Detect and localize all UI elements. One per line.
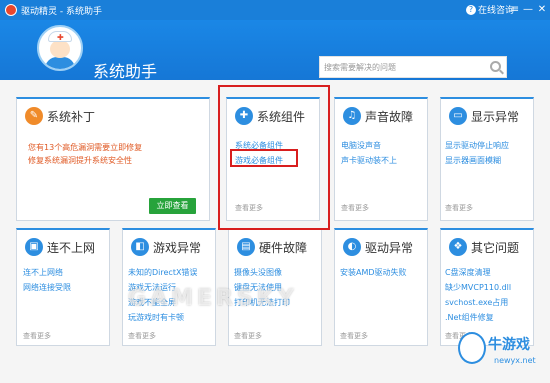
link-svchost[interactable]: svchost.exe占用 xyxy=(445,297,508,308)
link-no-sound[interactable]: 电脑没声音 xyxy=(341,140,381,151)
search-input[interactable] xyxy=(320,57,485,77)
patch-icon: ✎ xyxy=(25,107,43,125)
link-disk-cleanup[interactable]: C盘深度清理 xyxy=(445,267,491,278)
view-more-link[interactable]: 查看更多 xyxy=(341,203,369,213)
view-more-link[interactable]: 查看更多 xyxy=(128,331,156,341)
link-directx-error[interactable]: 未知的DirectX错误 xyxy=(128,267,197,278)
window-title: 驱动精灵 - 系统助手 xyxy=(21,7,102,17)
card-title: 显示异常 xyxy=(471,110,520,124)
driver-icon: ◐ xyxy=(343,238,361,256)
view-more-link[interactable]: 查看更多 xyxy=(23,331,51,341)
card-title: 其它问题 xyxy=(471,241,520,255)
card-sound-issue[interactable]: ♫ 声音故障 电脑没声音 声卡驱动装不上 查看更多 xyxy=(334,97,428,221)
card-driver-issue[interactable]: ◐ 驱动异常 安装AMD驱动失败 查看更多 xyxy=(334,228,428,346)
logo-text: 牛游戏 xyxy=(488,337,530,353)
gamepad-icon: ◧ xyxy=(131,238,149,256)
hardware-icon: ▤ xyxy=(237,238,255,256)
card-title: 游戏异常 xyxy=(153,241,202,255)
title-bar: 驱动精灵 - 系统助手 ? 在线咨询 ≡ — ✕ xyxy=(0,0,550,20)
minimize-button[interactable]: — xyxy=(522,3,534,16)
windows-icon: ❖ xyxy=(449,238,467,256)
monitor-icon: ▭ xyxy=(449,107,467,125)
site-logo: 牛游戏 newyx.net xyxy=(458,332,546,380)
link-sound-driver[interactable]: 声卡驱动装不上 xyxy=(341,155,397,166)
page-title: 系统助手 xyxy=(93,62,158,81)
vuln-count: 13 xyxy=(44,143,55,152)
card-network-issue[interactable]: ▣ 连不上网 连不上网络 网络连接受限 查看更多 xyxy=(16,228,110,346)
view-more-link[interactable]: 查看更多 xyxy=(340,331,368,341)
search-icon[interactable] xyxy=(490,61,501,72)
card-title: 声音故障 xyxy=(365,110,414,124)
annotation-highlight-link xyxy=(230,149,298,167)
view-now-button[interactable]: 立即查看 xyxy=(149,198,196,214)
link-blurry-screen[interactable]: 显示器画面模糊 xyxy=(445,155,501,166)
card-title: 硬件故障 xyxy=(259,241,308,255)
link-amd-driver[interactable]: 安装AMD驱动失败 xyxy=(340,267,407,278)
link-net-repair[interactable]: .Net组件修复 xyxy=(445,312,494,323)
online-help-button[interactable]: ? 在线咨询 xyxy=(466,3,514,16)
card-title: 系统补丁 xyxy=(47,110,96,124)
app-logo-icon xyxy=(5,4,17,16)
link-camera[interactable]: 摄像头没图像 xyxy=(234,267,282,278)
view-more-link[interactable]: 查看更多 xyxy=(234,331,262,341)
watermark-text: GAMERSKY xyxy=(128,286,298,311)
network-icon: ▣ xyxy=(25,238,43,256)
link-display-driver[interactable]: 显示驱动停止响应 xyxy=(445,140,509,151)
link-game-lag[interactable]: 玩游戏时有卡顿 xyxy=(128,312,184,323)
logo-url: newyx.net xyxy=(494,356,536,365)
patch-description-2: 修复系统漏洞提升系统安全性 xyxy=(28,156,132,165)
card-title: 连不上网 xyxy=(47,241,96,255)
patch-description: 您有13个高危漏洞需要立即修复 xyxy=(28,143,143,152)
link-missing-dll[interactable]: 缺少MVCP110.dll xyxy=(445,282,511,293)
close-button[interactable]: ✕ xyxy=(536,3,548,16)
card-display-issue[interactable]: ▭ 显示异常 显示驱动停止响应 显示器画面模糊 查看更多 xyxy=(440,97,534,221)
assistant-avatar: ✚ xyxy=(37,25,83,71)
link-no-network[interactable]: 连不上网络 xyxy=(23,267,63,278)
card-title: 驱动异常 xyxy=(365,241,414,255)
speaker-icon: ♫ xyxy=(343,107,361,125)
mascot-icon xyxy=(458,332,486,364)
card-system-patch[interactable]: ✎ 系统补丁 您有13个高危漏洞需要立即修复 修复系统漏洞提升系统安全性 立即查… xyxy=(16,97,210,221)
card-other-issues[interactable]: ❖ 其它问题 C盘深度清理 缺少MVCP110.dll svchost.exe占… xyxy=(440,228,534,346)
search-box[interactable] xyxy=(319,56,507,78)
link-limited-connection[interactable]: 网络连接受限 xyxy=(23,282,71,293)
menu-icon[interactable]: ≡ xyxy=(509,3,521,16)
help-icon: ? xyxy=(466,4,476,15)
view-more-link[interactable]: 查看更多 xyxy=(445,203,473,213)
